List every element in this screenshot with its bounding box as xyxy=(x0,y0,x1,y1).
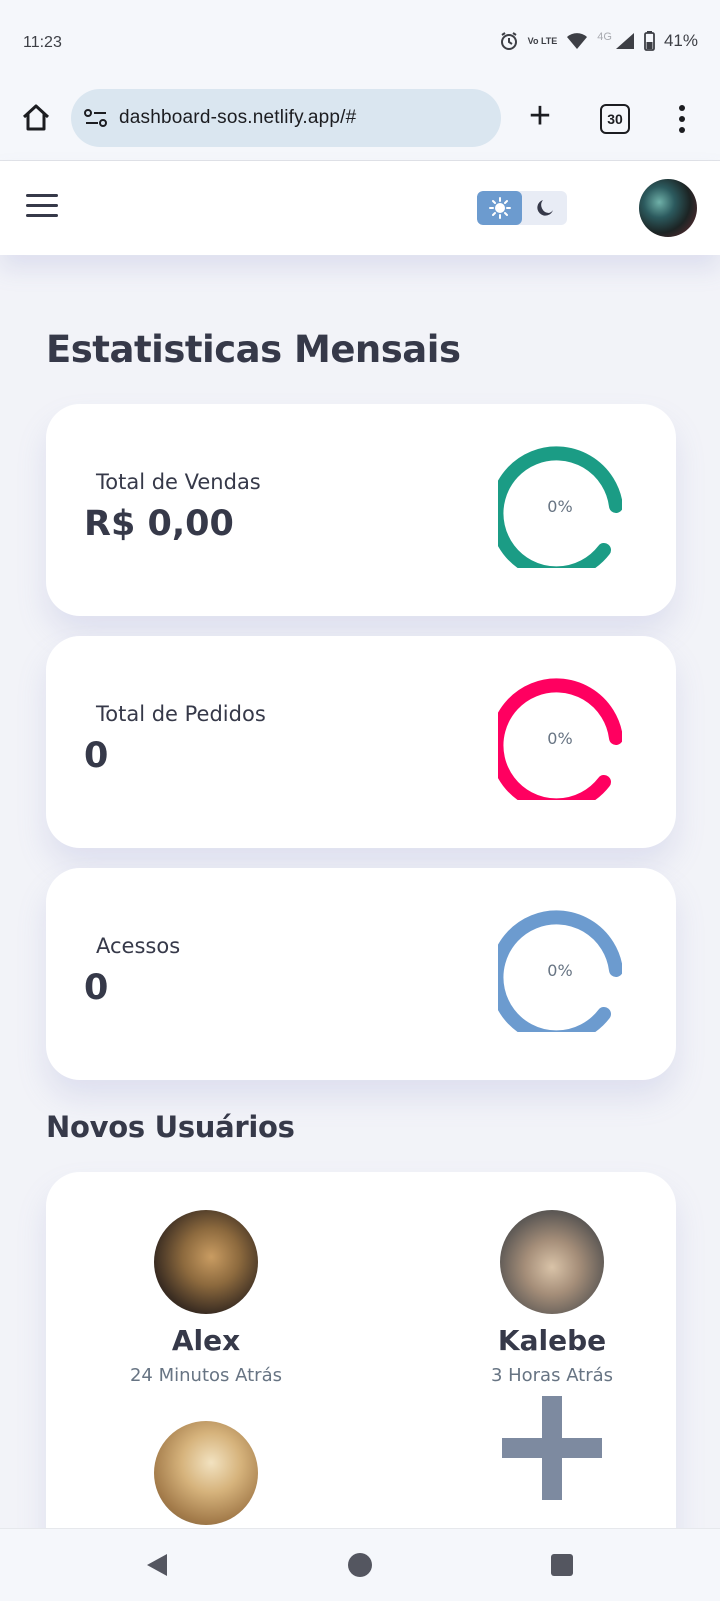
site-settings-icon[interactable] xyxy=(84,108,108,128)
battery-level: 41% xyxy=(663,31,698,50)
ring-percent: 0% xyxy=(547,496,573,516)
network-type: 4G xyxy=(597,31,612,43)
user-avatar xyxy=(154,1421,258,1525)
new-tab-button[interactable]: + xyxy=(524,97,556,135)
url-text[interactable]: dashboard-sos.netlify.app/# xyxy=(119,107,356,129)
browser-menu-button[interactable] xyxy=(675,102,689,134)
status-time: 11:23 xyxy=(23,34,62,51)
status-icons: Vo LTE 4G 41% xyxy=(499,31,698,51)
system-nav-bar xyxy=(0,1528,720,1601)
alarm-icon xyxy=(500,32,517,50)
browser-toolbar: dashboard-sos.netlify.app/# + 30 xyxy=(0,86,720,161)
home-nav-icon[interactable] xyxy=(348,1553,372,1577)
tab-switcher-button[interactable]: 30 xyxy=(600,104,630,134)
orders-card: Total de Pedidos 0 0% xyxy=(46,636,676,848)
moon-icon xyxy=(536,200,553,216)
user-name: Kalebe xyxy=(497,1324,607,1357)
access-card: Acessos 0 0% xyxy=(46,868,676,1080)
user-item[interactable]: Kalebe 3 Horas Atrás xyxy=(422,1210,682,1386)
battery-icon xyxy=(644,31,655,51)
profile-avatar[interactable] xyxy=(639,179,697,237)
user-time: 24 Minutos Atrás xyxy=(129,1365,282,1386)
light-mode-button[interactable] xyxy=(477,191,522,225)
signal-icon xyxy=(615,33,634,49)
user-time: 3 Horas Atrás xyxy=(490,1365,614,1386)
user-name: Alex xyxy=(171,1324,241,1357)
user-item[interactable] xyxy=(76,1421,336,1525)
sales-card: Total de Vendas R$ 0,00 0% xyxy=(46,404,676,616)
card-label: Total de Pedidos xyxy=(96,702,266,726)
recents-icon[interactable] xyxy=(551,1554,573,1576)
ring-percent: 0% xyxy=(547,728,573,748)
menu-icon[interactable] xyxy=(26,194,58,218)
volte-icon: Vo LTE xyxy=(527,35,558,46)
user-item[interactable]: Alex 24 Minutos Atrás xyxy=(76,1210,336,1386)
user-avatar xyxy=(154,1210,258,1314)
ring-percent: 0% xyxy=(547,960,573,980)
address-bar[interactable]: dashboard-sos.netlify.app/# xyxy=(71,89,501,147)
dark-mode-button[interactable] xyxy=(522,191,567,225)
card-value: R$ 0,00 xyxy=(84,504,234,544)
app-header xyxy=(0,161,720,255)
sun-icon xyxy=(488,197,511,219)
card-value: 0 xyxy=(84,736,109,776)
theme-toggle[interactable] xyxy=(477,191,567,225)
card-label: Acessos xyxy=(96,934,181,958)
user-avatar xyxy=(500,1210,604,1314)
add-user-icon[interactable] xyxy=(502,1396,602,1500)
home-icon[interactable] xyxy=(20,102,52,134)
wifi-icon xyxy=(567,33,588,49)
page-title: Estatisticas Mensais xyxy=(46,328,461,371)
new-users-title: Novos Usuários xyxy=(46,1110,295,1144)
back-icon[interactable] xyxy=(146,1553,168,1577)
card-value: 0 xyxy=(84,968,109,1008)
status-bar: 11:23 Vo LTE 4G 41% xyxy=(0,0,720,86)
card-label: Total de Vendas xyxy=(96,470,261,494)
